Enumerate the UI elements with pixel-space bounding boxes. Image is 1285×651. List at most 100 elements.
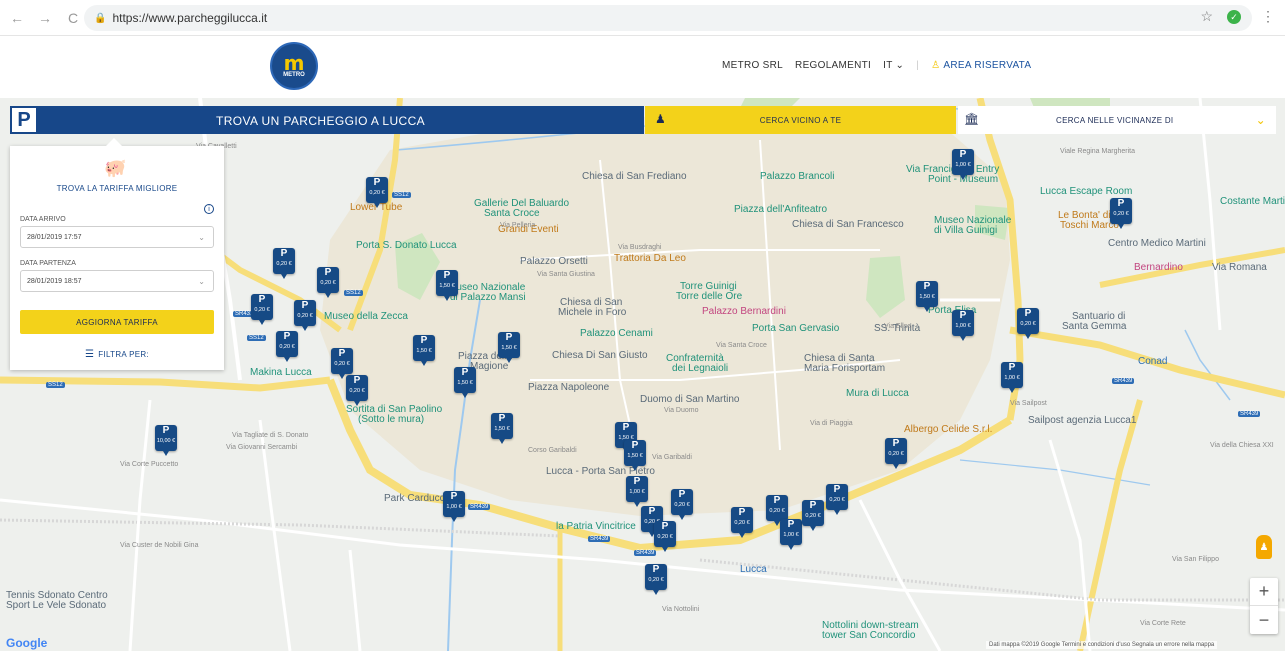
browser-menu-icon[interactable]: ⋮ [1261,8,1275,25]
parking-pin[interactable]: P 0,20 € [317,267,339,298]
poi-label[interactable]: Palazzo Cenami [580,328,653,339]
poi-label[interactable]: Conad [1138,356,1167,367]
street-view-pegman-icon[interactable]: ♟ [1256,535,1272,559]
poi-label[interactable]: Makina Lucca [250,367,312,378]
piggy-bank-icon: 🐖 [104,158,127,178]
parking-pin[interactable]: P 0,20 € [251,294,273,325]
pin-price: 1,50 € [919,294,935,300]
parking-pin[interactable]: P 1,00 € [626,476,648,507]
poi-label[interactable]: di Villa Guinigi [934,225,997,236]
zoom-in-button[interactable]: + [1250,578,1278,606]
poi-label[interactable]: Michele in Foro [558,307,626,318]
filtra-per-toggle[interactable]: ☰ FILTRA PER: [10,349,224,360]
poi-label[interactable]: tower San Concordio [822,630,915,641]
poi-label[interactable]: Costante Martini [1220,196,1285,207]
parking-pin[interactable]: P 1,00 € [952,310,974,341]
parking-pin[interactable]: P 0,20 € [294,300,316,331]
map-attribution[interactable]: Dati mappa ©2019 Google Termini e condiz… [986,641,1218,649]
pin-p-icon: P [1024,308,1032,319]
poi-label[interactable]: (Sotto le mura) [358,414,424,425]
parking-pin[interactable]: P 1,00 € [443,491,465,522]
parking-pin[interactable]: P 1,00 € [780,519,802,550]
parking-pin[interactable]: P 10,00 € [155,425,177,456]
poi-label[interactable]: Lucca [740,564,767,575]
poi-label[interactable]: Duomo di San Martino [640,394,740,405]
parking-pin[interactable]: P 1,50 € [436,270,458,301]
poi-label[interactable]: Maria Forisportam [804,363,885,374]
poi-label[interactable]: Lucca Escape Room [1040,186,1132,197]
metro-logo[interactable]: m METRO [270,42,318,90]
language-select[interactable]: IT ⌄ [883,60,904,71]
poi-label[interactable]: la Patria Vincitrice [556,521,636,532]
parking-pin[interactable]: P 0,20 € [802,500,824,531]
poi-label[interactable]: Museo della Zecca [324,311,408,322]
bookmark-star-icon[interactable]: ☆ [1200,8,1213,25]
reload-icon[interactable]: C [62,7,84,29]
poi-label[interactable]: Santa Gemma [1062,321,1126,332]
poi-label[interactable]: Sailpost agenzia Lucca1 [1028,415,1136,426]
poi-label[interactable]: Park Carducci [384,493,447,504]
info-icon[interactable]: i [204,204,214,214]
poi-text: di Palazzo Mansi [450,292,526,303]
parking-pin[interactable]: P 0,20 € [331,348,353,379]
poi-label[interactable]: Chiesa Di San Giusto [552,350,648,361]
poi-label[interactable]: Piazza Napoleone [528,382,609,393]
parking-pin[interactable]: P 1,50 € [491,413,513,444]
parking-pin[interactable]: P 1,50 € [624,440,646,471]
poi-label[interactable]: Palazzo Brancoli [760,171,834,182]
parking-pin[interactable]: P 0,20 € [826,484,848,515]
parking-pin[interactable]: P 0,20 € [731,507,753,538]
poi-label[interactable]: Santa Croce [484,208,540,219]
parking-pin[interactable]: P 0,20 € [1017,308,1039,339]
parking-pin[interactable]: P 0,20 € [645,564,667,595]
cerca-vicino-button[interactable]: ♟ CERCA VICINO A TE [645,106,956,134]
aggiorna-tariffa-button[interactable]: AGGIORNA TARIFFA [20,310,214,334]
poi-label[interactable]: Chiesa di San Frediano [582,171,687,182]
poi-label[interactable]: Torre delle Ore [676,291,742,302]
poi-label[interactable]: Trattoria Da Leo [614,253,686,264]
parking-pin[interactable]: P 0,20 € [346,375,368,406]
departure-date-field[interactable]: 28/01/2019 18:57 ⌄ [20,270,214,292]
url-text[interactable]: https://www.parcheggilucca.it [112,11,267,25]
poi-label[interactable]: Piazza dell'Anfiteatro [734,204,827,215]
parking-pin[interactable]: P 1,50 € [498,332,520,363]
parking-pin[interactable]: P 1,50 € [413,335,435,366]
cerca-vicinanze-dropdown[interactable]: 🏛 CERCA NELLE VICINANZE DI ⌄ [958,106,1276,134]
parking-pin[interactable]: P 1,00 € [952,149,974,180]
chevron-down-icon: ⌄ [198,277,205,286]
address-bar[interactable]: 🔒 https://www.parcheggilucca.it [84,5,1252,31]
arrival-date-field[interactable]: 28/01/2019 17:57 ⌄ [20,226,214,248]
poi-label[interactable]: Porta San Gervasio [752,323,839,334]
nav-area-riservata[interactable]: ♙ AREA RISERVATA [931,60,1031,71]
forward-icon[interactable]: → [34,7,56,29]
parking-pin[interactable]: P 1,50 € [454,367,476,398]
poi-label[interactable]: Via Romana [1212,262,1267,273]
poi-label[interactable]: dei Legnaioli [672,363,728,374]
parking-pin[interactable]: P 0,20 € [654,521,676,552]
nav-regolamenti[interactable]: REGOLAMENTI [795,60,871,71]
poi-label[interactable]: Bernardino [1134,262,1183,273]
poi-label[interactable]: Mura di Lucca [846,388,909,399]
extension-icon[interactable]: ✓ [1227,10,1241,24]
parking-pin[interactable]: P 0,20 € [885,438,907,469]
parking-pin[interactable]: P 0,20 € [766,495,788,526]
parking-pin[interactable]: P 1,00 € [1001,362,1023,393]
chevron-down-icon: ⌄ [1255,113,1266,127]
poi-label[interactable]: Centro Medico Martini [1108,238,1206,249]
poi-label[interactable]: Albergo Celide S.r.l. [904,424,992,435]
nav-metro-srl[interactable]: METRO SRL [722,60,783,71]
parking-pin[interactable]: P 0,20 € [273,248,295,279]
parking-pin[interactable]: P 0,20 € [366,177,388,208]
parking-pin[interactable]: P 1,50 € [916,281,938,312]
poi-label[interactable]: Palazzo Orsetti [520,256,588,267]
parking-pin[interactable]: P 0,20 € [276,331,298,362]
parking-pin[interactable]: P 0,20 € [671,489,693,520]
poi-label[interactable]: Chiesa di San Francesco [792,219,904,230]
zoom-out-button[interactable]: − [1250,606,1278,634]
poi-label[interactable]: Sport Le Vele Sdonato [6,600,106,611]
parking-pin[interactable]: P 0,20 € [1110,198,1132,229]
back-icon[interactable]: ← [6,7,28,29]
poi-label[interactable]: Porta S. Donato Lucca [356,240,457,251]
poi-label[interactable]: di Palazzo Mansi [450,292,526,303]
poi-label[interactable]: Palazzo Bernardini [702,306,786,317]
